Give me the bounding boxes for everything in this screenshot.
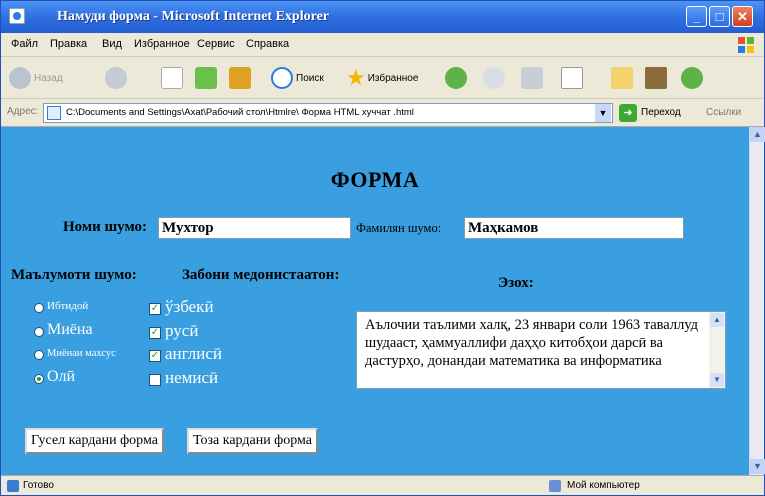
star-icon: ★	[346, 65, 366, 90]
refresh-icon	[195, 67, 217, 89]
checkbox-uzbek-label: ўзбекӣ	[165, 297, 214, 316]
history-icon	[445, 67, 467, 89]
address-value: C:\Documents and Settings\Axat\Рабочий с…	[66, 107, 414, 118]
back-label: Назад	[34, 72, 63, 84]
radio-specialized-label: Миёнаи махсус	[47, 348, 116, 359]
status-text: Готово	[23, 480, 54, 491]
first-name-input[interactable]: Мухтор	[158, 217, 351, 239]
research-button[interactable]	[645, 66, 670, 90]
title-bar[interactable]: Намуди форма - Microsoft Internet Explor…	[1, 1, 764, 33]
go-arrow-icon[interactable]: ➜	[619, 104, 637, 122]
radio-higher[interactable]	[34, 374, 44, 384]
search-icon	[271, 67, 293, 89]
radio-primary-label: Ибтидоӣ	[47, 300, 89, 312]
textarea-scroll-down-icon[interactable]: ▼	[710, 373, 724, 387]
radio-higher-label: Олӣ	[47, 368, 76, 385]
last-name-input[interactable]: Маҳкамов	[464, 217, 684, 239]
menu-bar: Файл Правка Вид Избранное Сервис Справка	[1, 33, 764, 57]
search-button[interactable]: Поиск	[271, 66, 324, 90]
computer-icon	[549, 480, 561, 492]
checkbox-german[interactable]	[149, 374, 161, 386]
folder-button[interactable]	[611, 66, 636, 90]
forward-button[interactable]	[105, 66, 130, 90]
go-button[interactable]: Переход	[641, 107, 681, 118]
page-content: ФОРМА Номи шумо: Мухтор Фамилян шумо: Ма…	[1, 127, 749, 475]
mail-icon	[483, 67, 505, 89]
address-dropdown-icon[interactable]: ▼	[595, 104, 611, 122]
stop-icon	[161, 67, 183, 89]
status-bar: Готово Мой компьютер	[1, 475, 764, 495]
note-textarea[interactable]: Аълочии таълими халқ, 23 январи соли 196…	[356, 311, 726, 389]
edit-button[interactable]	[561, 66, 586, 90]
forward-arrow-icon	[105, 67, 127, 89]
radio-primary[interactable]	[34, 303, 44, 313]
page-scrollbar[interactable]: ▲ ▼	[749, 127, 765, 475]
ie-page-icon	[7, 480, 19, 492]
messenger-button[interactable]	[681, 66, 706, 90]
note-text: Аълочии таълими халқ, 23 январи соли 196…	[365, 317, 699, 369]
menu-edit[interactable]: Правка	[50, 38, 87, 50]
messenger-icon	[681, 67, 703, 89]
menu-view[interactable]: Вид	[102, 38, 122, 50]
window-title: Намуди форма - Microsoft Internet Explor…	[57, 9, 329, 24]
stop-button[interactable]	[161, 66, 186, 90]
checkbox-uzbek[interactable]: ✓	[149, 303, 161, 315]
printer-icon	[521, 67, 543, 89]
checkbox-english[interactable]: ✓	[149, 350, 161, 362]
page-icon	[47, 106, 61, 120]
menu-tools[interactable]: Сервис	[197, 38, 235, 50]
maximize-button[interactable]: □	[709, 6, 730, 27]
checkbox-russian[interactable]: ✓	[149, 327, 161, 339]
menu-help[interactable]: Справка	[246, 38, 289, 50]
radio-secondary[interactable]	[34, 327, 44, 337]
menu-favorites[interactable]: Избранное	[134, 38, 190, 50]
mail-button[interactable]	[483, 66, 508, 90]
minimize-button[interactable]: _	[686, 6, 707, 27]
languages-label: Забони медонистаатон:	[182, 267, 340, 283]
scroll-down-icon[interactable]: ▼	[750, 459, 765, 474]
address-input[interactable]: C:\Documents and Settings\Axat\Рабочий с…	[43, 103, 613, 123]
checkbox-russian-label: русӣ	[165, 321, 199, 340]
windows-logo-icon	[738, 37, 754, 53]
back-button[interactable]: Назад	[9, 66, 63, 90]
last-name-label: Фамилян шумо:	[356, 221, 442, 235]
address-bar: Адрес: C:\Documents and Settings\Axat\Ра…	[1, 99, 764, 127]
first-name-label: Номи шумо:	[63, 219, 147, 235]
scroll-up-icon[interactable]: ▲	[750, 127, 765, 142]
radio-specialized[interactable]	[34, 350, 44, 360]
toolbar: Назад Поиск ★ Избранное	[1, 57, 764, 99]
note-label: Эзох:	[498, 275, 534, 291]
document-icon	[561, 67, 583, 89]
ie-window: Намуди форма - Microsoft Internet Explor…	[0, 0, 765, 496]
radio-secondary-label: Миёна	[47, 321, 93, 338]
submit-form-button[interactable]: Гусел кардани форма	[25, 428, 164, 454]
ie-icon	[9, 8, 25, 24]
books-icon	[645, 67, 667, 89]
history-button[interactable]	[445, 66, 470, 90]
checkbox-english-label: англисӣ	[165, 344, 222, 363]
reset-form-button[interactable]: Тоза кардани форма	[187, 428, 319, 454]
status-zone: Мой компьютер	[567, 480, 640, 491]
form-heading: ФОРМА	[330, 167, 420, 192]
home-icon	[229, 67, 251, 89]
menu-file[interactable]: Файл	[11, 38, 38, 50]
textarea-scroll-up-icon[interactable]: ▲	[710, 313, 724, 327]
address-label: Адрес:	[7, 106, 39, 117]
refresh-button[interactable]	[195, 66, 220, 90]
print-button[interactable]	[521, 66, 546, 90]
links-button[interactable]: Ссылки	[706, 107, 741, 118]
home-button[interactable]	[229, 66, 254, 90]
favorites-label: Избранное	[367, 72, 419, 84]
textarea-scrollbar[interactable]: ▲ ▼	[709, 312, 725, 388]
close-button[interactable]: ✕	[732, 6, 753, 27]
search-label: Поиск	[296, 72, 324, 84]
checkbox-german-label: немисӣ	[165, 368, 219, 387]
back-arrow-icon	[9, 67, 31, 89]
education-label: Маълумоти шумо:	[11, 267, 137, 283]
favorites-button[interactable]: ★ Избранное	[346, 65, 419, 90]
folder-icon	[611, 67, 633, 89]
